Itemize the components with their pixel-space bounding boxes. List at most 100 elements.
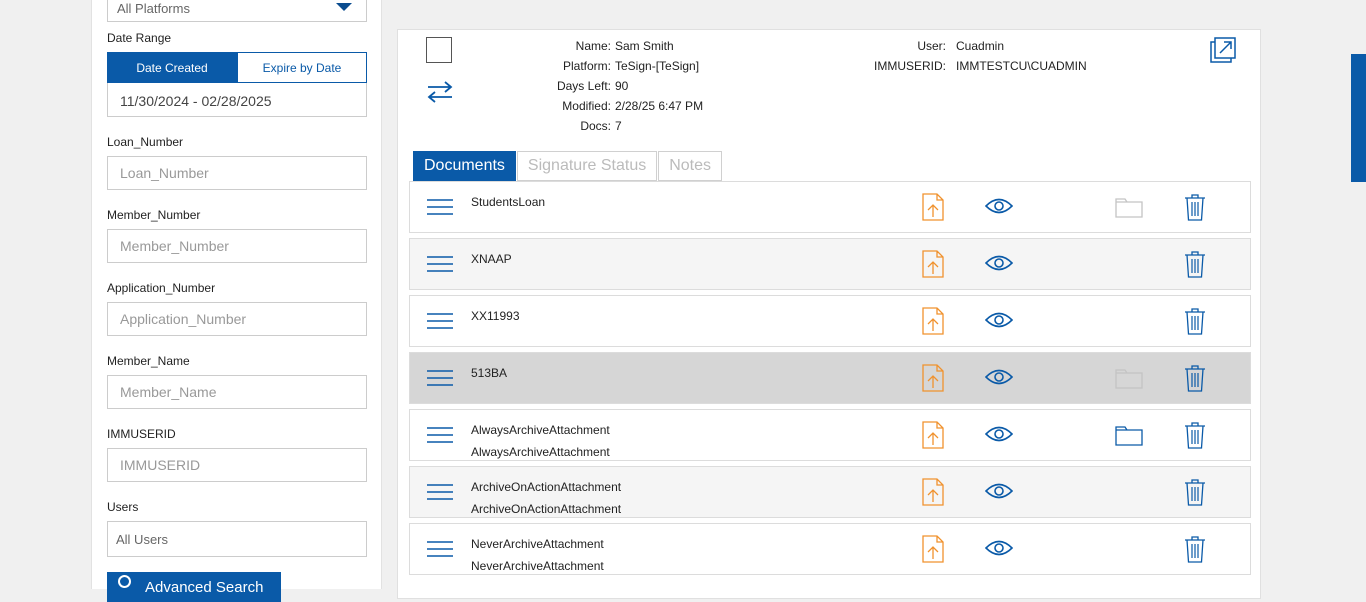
advanced-search-button[interactable]: Advanced Search [107, 572, 281, 602]
package-days-left: 90 [615, 79, 629, 93]
document-row[interactable]: AlwaysArchiveAttachment AlwaysArchiveAtt… [409, 409, 1251, 461]
document-name: XX11993 [471, 305, 520, 327]
member-number-input[interactable] [107, 229, 367, 263]
package-platform: TeSign-[TeSign] [615, 59, 700, 73]
document-name: ArchiveOnActionAttachment ArchiveOnActio… [471, 476, 621, 520]
folder-icon[interactable] [1115, 196, 1143, 218]
document-list: StudentsLoan XNAAP XX11993 513BA AlwaysA… [409, 181, 1251, 580]
view-eye-icon[interactable] [985, 310, 1013, 330]
document-name-line1: AlwaysArchiveAttachment [471, 423, 610, 437]
info-row-name: Name: Sam Smith [528, 38, 703, 58]
delete-trash-icon[interactable] [1184, 421, 1206, 449]
scrollbar-thumb[interactable] [1351, 54, 1366, 182]
document-name-line1: XNAAP [471, 252, 512, 266]
drag-handle-icon[interactable] [427, 369, 453, 387]
users-label: Users [107, 500, 139, 514]
view-eye-icon[interactable] [985, 424, 1013, 444]
delete-trash-icon[interactable] [1184, 193, 1206, 221]
document-name-line2: ArchiveOnActionAttachment [471, 502, 622, 516]
folder-icon[interactable] [1115, 367, 1143, 389]
folder-icon[interactable] [1115, 424, 1143, 446]
application-number-label: Application_Number [107, 281, 216, 295]
application-number-input[interactable] [107, 302, 367, 336]
document-name: XNAAP [471, 248, 512, 270]
delete-trash-icon[interactable] [1184, 250, 1206, 278]
document-name-line1: StudentsLoan [471, 195, 546, 209]
document-name-line1: ArchiveOnActionAttachment [471, 480, 622, 494]
package-detail-panel: Name: Sam Smith Platform: TeSign-[TeSign] … [397, 29, 1261, 599]
document-name-line2: NeverArchiveAttachment [471, 559, 604, 573]
drag-handle-icon[interactable] [427, 198, 453, 216]
member-name-input[interactable] [107, 375, 367, 409]
users-select[interactable]: All Users [107, 521, 367, 557]
drag-handle-icon[interactable] [427, 312, 453, 330]
info-row-docs: Docs: 7 [528, 118, 703, 138]
tab-documents[interactable]: Documents [413, 151, 516, 181]
chevron-down-icon [336, 3, 352, 11]
swap-arrows-icon[interactable] [426, 80, 454, 104]
document-name: StudentsLoan [471, 191, 545, 213]
document-name: NeverArchiveAttachment NeverArchiveAttac… [471, 533, 604, 577]
drag-handle-icon[interactable] [427, 426, 453, 444]
platform-select[interactable]: All Platforms [107, 0, 367, 22]
tab-notes[interactable]: Notes [658, 151, 723, 181]
upload-file-icon[interactable] [922, 193, 944, 221]
delete-trash-icon[interactable] [1184, 364, 1206, 392]
date-range-input[interactable]: 11/30/2024 - 02/28/2025 [107, 83, 367, 117]
document-name-line1: 513BA [471, 366, 508, 380]
document-row[interactable]: XNAAP [409, 238, 1251, 290]
document-name: 513BA [471, 362, 507, 384]
package-modified: 2/28/25 6:47 PM [615, 99, 704, 113]
expire-by-date-button[interactable]: Expire by Date [237, 52, 367, 83]
user-info: User: Cuadmin IMMUSERID: IMMTESTCU\CUADMIN [863, 38, 1087, 78]
advanced-search-label: Advanced Search [145, 579, 264, 596]
tab-signature-status[interactable]: Signature Status [516, 151, 658, 181]
delete-trash-icon[interactable] [1184, 478, 1206, 506]
document-row[interactable]: 513BA [409, 352, 1251, 404]
document-name: AlwaysArchiveAttachment AlwaysArchiveAtt… [471, 419, 610, 463]
document-row[interactable]: ArchiveOnActionAttachment ArchiveOnActio… [409, 466, 1251, 518]
delete-trash-icon[interactable] [1184, 307, 1206, 335]
drag-handle-icon[interactable] [427, 255, 453, 273]
info-row-modified: Modified: 2/28/25 6:47 PM [528, 98, 703, 118]
date-created-button[interactable]: Date Created [107, 52, 237, 83]
platform-select-value: All Platforms [117, 1, 190, 16]
upload-file-icon[interactable] [922, 250, 944, 278]
package-immuserid: IMMTESTCU\CUADMIN [956, 59, 1087, 73]
member-name-label: Member_Name [107, 354, 190, 368]
view-eye-icon[interactable] [985, 481, 1013, 501]
package-user: Cuadmin [956, 39, 1005, 53]
view-eye-icon[interactable] [985, 253, 1013, 273]
date-mode-toggle: Date Created Expire by Date [107, 52, 367, 83]
info-row-platform: Platform: TeSign-[TeSign] [528, 58, 703, 78]
document-name-line2: AlwaysArchiveAttachment [471, 445, 610, 459]
view-eye-icon[interactable] [985, 538, 1013, 558]
immuserid-input[interactable] [107, 448, 367, 482]
upload-file-icon[interactable] [922, 364, 944, 392]
document-name-line1: XX11993 [471, 309, 520, 323]
document-row[interactable]: NeverArchiveAttachment NeverArchiveAttac… [409, 523, 1251, 575]
date-range-label: Date Range [107, 31, 172, 45]
loan-number-label: Loan_Number [107, 135, 184, 149]
upload-file-icon[interactable] [922, 535, 944, 563]
view-eye-icon[interactable] [985, 196, 1013, 216]
document-name-line1: NeverArchiveAttachment [471, 537, 604, 551]
upload-file-icon[interactable] [922, 307, 944, 335]
drag-handle-icon[interactable] [427, 540, 453, 558]
delete-trash-icon[interactable] [1184, 535, 1206, 563]
package-name: Sam Smith [615, 39, 674, 53]
package-docs: 7 [615, 119, 622, 133]
search-icon [118, 575, 131, 588]
upload-file-icon[interactable] [922, 421, 944, 449]
document-row[interactable]: XX11993 [409, 295, 1251, 347]
upload-file-icon[interactable] [922, 478, 944, 506]
document-row[interactable]: StudentsLoan [409, 181, 1251, 233]
loan-number-input[interactable] [107, 156, 367, 190]
immuserid-label: IMMUSERID [107, 427, 176, 441]
drag-handle-icon[interactable] [427, 483, 453, 501]
info-row-user: User: Cuadmin [863, 38, 1087, 58]
view-eye-icon[interactable] [985, 367, 1013, 387]
open-external-icon[interactable] [1209, 36, 1237, 64]
select-package-checkbox[interactable] [426, 37, 452, 63]
member-number-label: Member_Number [107, 208, 201, 222]
